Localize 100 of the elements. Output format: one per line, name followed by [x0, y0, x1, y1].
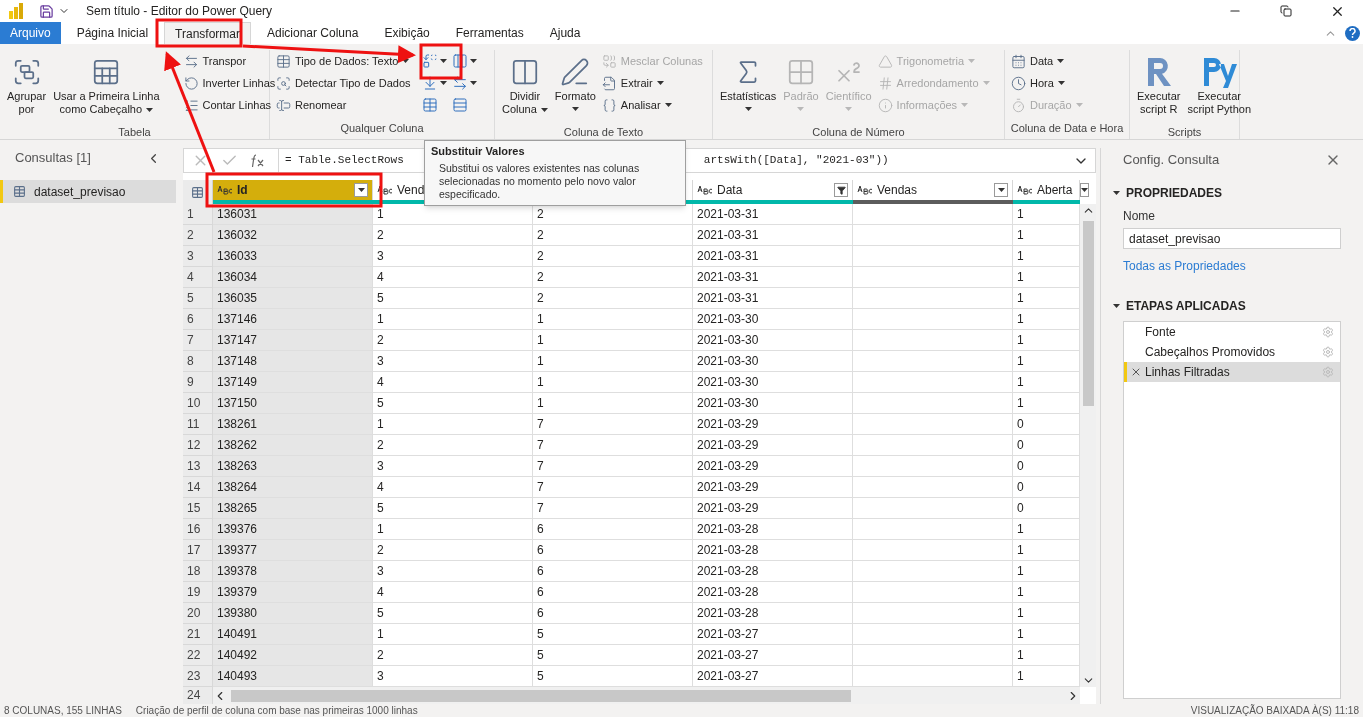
table-cell: 1 [1013, 582, 1080, 603]
table-cell: 1 [1013, 393, 1080, 414]
table-cell: 138265 [213, 498, 373, 519]
table-cell: 2 [533, 288, 693, 309]
status-text: VISUALIZAÇÃO BAIXADA À(S) 11:18 [1190, 703, 1359, 717]
row-number: 19 [183, 582, 213, 603]
row-number: 14 [183, 477, 213, 498]
table-cell: 136035 [213, 288, 373, 309]
table-cell: 139377 [213, 540, 373, 561]
table-cell: 1 [533, 330, 693, 351]
table-cell: 2021-03-30 [693, 330, 853, 351]
pane-title: Consultas [1] [15, 149, 91, 168]
table-cell: 1 [1013, 624, 1080, 645]
row-number: 17 [183, 540, 213, 561]
table-cell: 5 [373, 288, 533, 309]
status-text: Criação de perfil de coluna com base nas primeiras 1000 linhas [135, 704, 418, 717]
table-cell: 4 [373, 582, 533, 603]
row-number: 8 [183, 351, 213, 372]
table-cell: 7 [533, 414, 693, 435]
table-cell: 2021-03-27 [693, 666, 853, 687]
table-cell: 6 [533, 519, 693, 540]
table-cell: 2 [373, 330, 533, 351]
table-cell: 3 [373, 351, 533, 372]
row-number: 3 [183, 246, 213, 267]
table-cell: 5 [533, 666, 693, 687]
table-cell: 6 [533, 561, 693, 582]
row-number: 1 [183, 204, 213, 225]
section-heading: PROPRIEDADES [1126, 185, 1223, 202]
row-number: 9 [183, 372, 213, 393]
table-cell: 2021-03-27 [693, 624, 853, 645]
table-cell: 2021-03-30 [693, 393, 853, 414]
table-cell: 2 [373, 645, 533, 666]
table-cell: 2021-03-30 [693, 351, 853, 372]
table-cell: 2021-03-31 [693, 267, 853, 288]
row-number: 20 [183, 603, 213, 624]
field-label: Nome [1123, 208, 1156, 225]
table-cell: 2021-03-28 [693, 540, 853, 561]
table-cell: 139379 [213, 582, 373, 603]
table-cell: 1 [533, 372, 693, 393]
table-cell: 1 [1013, 372, 1080, 393]
table-cell: 2021-03-30 [693, 309, 853, 330]
table-cell: 137146 [213, 309, 373, 330]
table-cell: 1 [1013, 519, 1080, 540]
table-cell: 1 [1013, 330, 1080, 351]
table-cell: 4 [373, 267, 533, 288]
table-cell: 2021-03-28 [693, 603, 853, 624]
table-cell: 5 [533, 645, 693, 666]
row-number: 7 [183, 330, 213, 351]
row-number: 13 [183, 456, 213, 477]
table-cell: 5 [373, 393, 533, 414]
table-cell: 2 [373, 540, 533, 561]
table-cell: 137147 [213, 330, 373, 351]
row-number: 5 [183, 288, 213, 309]
table-cell: 1 [1013, 540, 1080, 561]
table-cell: 5 [373, 603, 533, 624]
table-cell: 1 [373, 309, 533, 330]
table-cell: 138263 [213, 456, 373, 477]
table-cell: 2 [533, 267, 693, 288]
table-cell: 4 [373, 372, 533, 393]
table-cell: 1 [1013, 267, 1080, 288]
table-cell: 136032 [213, 225, 373, 246]
section-heading: ETAPAS APLICADAS [1126, 298, 1246, 315]
column-title: Data [717, 182, 743, 199]
table-cell: 2021-03-30 [693, 372, 853, 393]
formula-text: artsWith([Data], "2021-03")) [703, 153, 889, 169]
table-cell: 3 [373, 666, 533, 687]
table-cell: 136033 [213, 246, 373, 267]
table-cell: 140491 [213, 624, 373, 645]
table-cell: 1 [373, 414, 533, 435]
table-cell: 2021-03-28 [693, 519, 853, 540]
table-cell: 4 [373, 477, 533, 498]
table-cell: 137149 [213, 372, 373, 393]
table-cell: 137148 [213, 351, 373, 372]
row-number: 11 [183, 414, 213, 435]
table-cell: 1 [1013, 309, 1080, 330]
table-cell: 1 [533, 351, 693, 372]
table-cell: 138264 [213, 477, 373, 498]
table-cell: 6 [533, 603, 693, 624]
table-cell: 1 [1013, 666, 1080, 687]
row-number: 15 [183, 498, 213, 519]
table-cell: 7 [533, 477, 693, 498]
column-title: Vendas [877, 182, 918, 199]
group-label: Coluna de Número [811, 125, 906, 140]
status-text: 8 COLUNAS, 155 LINHAS [4, 704, 122, 717]
table-cell: 2021-03-31 [693, 288, 853, 309]
table-cell: 3 [373, 246, 533, 267]
row-number: 24 [183, 687, 213, 704]
row-number: 6 [183, 309, 213, 330]
table-cell: 2021-03-29 [693, 477, 853, 498]
row-number: 16 [183, 519, 213, 540]
table-cell: 140493 [213, 666, 373, 687]
table-cell: 1 [1013, 204, 1080, 225]
table-cell: 0 [1013, 498, 1080, 519]
table-cell: 0 [1013, 414, 1080, 435]
table-cell: 139376 [213, 519, 373, 540]
table-cell: 1 [373, 519, 533, 540]
table-cell: 2 [373, 225, 533, 246]
row-number: 22 [183, 645, 213, 666]
table-cell: 2 [533, 246, 693, 267]
table-cell: 3 [373, 561, 533, 582]
